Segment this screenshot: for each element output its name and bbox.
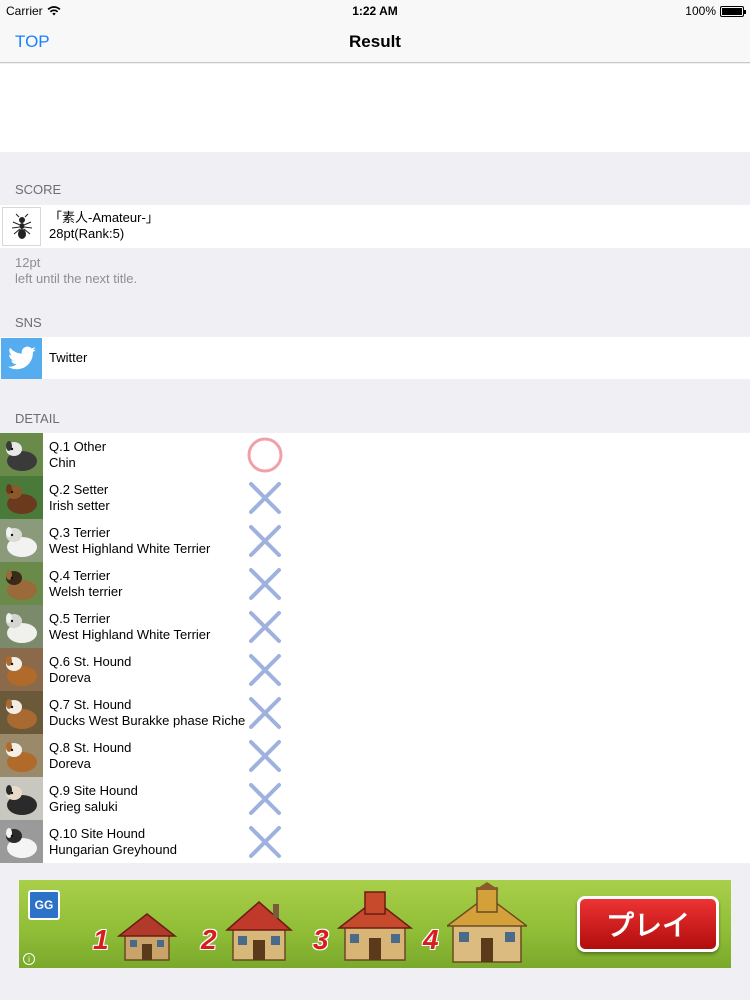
ad-number-1: 1 [93, 924, 109, 955]
correct-circle-icon [246, 436, 284, 474]
score-points-line: 28pt(Rank:5) [49, 226, 125, 241]
question-label: Q.1 Other [49, 439, 107, 454]
question-label: Q.6 St. Hound [49, 654, 132, 669]
battery-indicator: 100% [685, 4, 746, 18]
wrong-cross-icon [246, 780, 284, 818]
answer-label: Ducks West Burakke phase Riche [49, 713, 246, 728]
dog-photo-thumbnail [0, 605, 43, 648]
answer-label: Hungarian Greyhound [49, 842, 177, 857]
twitter-share-row[interactable]: Twitter [0, 337, 750, 379]
question-label: Q.7 St. Hound [49, 697, 132, 712]
dog-photo-thumbnail [0, 519, 43, 562]
answer-label: Chin [49, 455, 76, 470]
top-blank-area [0, 64, 750, 152]
wrong-cross-icon [246, 694, 284, 732]
answer-label: West Highland White Terrier [49, 541, 211, 556]
wrong-cross-icon [246, 565, 284, 603]
detail-row[interactable]: Q.6 St. Hound Doreva [0, 648, 750, 691]
detail-text: Q.9 Site Hound Grieg saluki [49, 783, 138, 815]
house-level-1-icon [116, 913, 178, 961]
score-note-points: 12pt [15, 255, 41, 270]
ad-info-icon[interactable]: i [23, 953, 35, 965]
dog-photo-thumbnail [0, 734, 43, 777]
question-label: Q.5 Terrier [49, 611, 111, 626]
navigation-bar: TOP Result [0, 22, 750, 63]
detail-text: Q.5 Terrier West Highland White Terrier [49, 611, 210, 643]
wrong-cross-icon [246, 522, 284, 560]
answer-label: Doreva [49, 756, 91, 771]
ad-logo: GG [28, 890, 60, 920]
answer-label: Irish setter [49, 498, 110, 513]
question-label: Q.8 St. Hound [49, 740, 132, 755]
detail-row[interactable]: Q.1 Other Chin [0, 433, 750, 476]
detail-text: Q.1 Other Chin [49, 439, 106, 471]
answer-label: Welsh terrier [49, 584, 123, 599]
wrong-cross-icon [246, 737, 284, 775]
ad-play-button[interactable]: プレイ [577, 896, 719, 952]
detail-row[interactable]: Q.8 St. Hound Doreva [0, 734, 750, 777]
detail-text: Q.10 Site Hound Hungarian Greyhound [49, 826, 177, 858]
detail-row[interactable]: Q.7 St. Hound Ducks West Burakke phase Ri… [0, 691, 750, 734]
detail-row[interactable]: Q.3 Terrier West Highland White Terrier [0, 519, 750, 562]
wrong-cross-icon [246, 479, 284, 517]
wrong-cross-icon [246, 823, 284, 861]
answer-label: Grieg saluki [49, 799, 118, 814]
dog-photo-thumbnail [0, 476, 43, 519]
sns-section-header: SNS [15, 315, 42, 330]
question-label: Q.4 Terrier [49, 568, 111, 583]
detail-row[interactable]: Q.9 Site Hound Grieg saluki [0, 777, 750, 820]
status-time: 1:22 AM [352, 4, 398, 18]
detail-section-header: DETAIL [15, 411, 60, 426]
detail-text: Q.8 St. Hound Doreva [49, 740, 131, 772]
question-label: Q.10 Site Hound [49, 826, 146, 841]
battery-percent: 100% [685, 4, 716, 18]
answer-label: Doreva [49, 670, 91, 685]
ad-banner[interactable]: GG 1 2 3 4 プレイ i [19, 880, 731, 968]
dog-photo-thumbnail [0, 691, 43, 734]
dog-photo-thumbnail [0, 562, 43, 605]
score-note-text: left until the next title. [15, 271, 138, 286]
ad-number-4: 4 [423, 924, 439, 955]
twitter-label: Twitter [49, 350, 88, 365]
question-label: Q.3 Terrier [49, 525, 111, 540]
detail-text: Q.6 St. Hound Doreva [49, 654, 131, 686]
score-note: 12pt left until the next title. [15, 255, 137, 287]
detail-text: Q.7 St. Hound Ducks West Burakke phase Ri… [49, 697, 245, 729]
ad-number-3: 3 [313, 924, 329, 955]
status-bar: Carrier 1:22 AM 100% [0, 0, 750, 22]
house-level-2-icon [225, 901, 293, 961]
detail-list: Q.1 Other Chin Q.2 Setter Irish setter Q.3 T… [0, 433, 750, 863]
detail-row[interactable]: Q.2 Setter Irish setter [0, 476, 750, 519]
twitter-bird-icon [1, 338, 42, 379]
wrong-cross-icon [246, 608, 284, 646]
score-title-line: 「素人-Amateur-」 [49, 210, 159, 225]
question-label: Q.9 Site Hound [49, 783, 138, 798]
page-title: Result [349, 32, 401, 51]
ad-number-2: 2 [201, 924, 217, 955]
score-section-header: SCORE [15, 182, 62, 197]
answer-label: West Highland White Terrier [49, 627, 211, 642]
detail-text: Q.4 Terrier Welsh terrier [49, 568, 122, 600]
detail-row[interactable]: Q.4 Terrier Welsh terrier [0, 562, 750, 605]
battery-icon [720, 5, 746, 17]
score-row: 「素人-Amateur-」 28pt(Rank:5) [0, 205, 750, 248]
detail-row[interactable]: Q.5 Terrier West Highland White Terrier [0, 605, 750, 648]
ant-icon [2, 207, 41, 246]
dog-photo-thumbnail [0, 648, 43, 691]
house-level-4-icon [447, 882, 527, 963]
question-label: Q.2 Setter [49, 482, 109, 497]
detail-row[interactable]: Q.10 Site Hound Hungarian Greyhound [0, 820, 750, 863]
dog-photo-thumbnail [0, 777, 43, 820]
detail-text: Q.2 Setter Irish setter [49, 482, 110, 514]
house-level-3-icon [337, 891, 413, 961]
dog-photo-thumbnail [0, 820, 43, 863]
detail-text: Q.3 Terrier West Highland White Terrier [49, 525, 210, 557]
dog-photo-thumbnail [0, 433, 43, 476]
wrong-cross-icon [246, 651, 284, 689]
